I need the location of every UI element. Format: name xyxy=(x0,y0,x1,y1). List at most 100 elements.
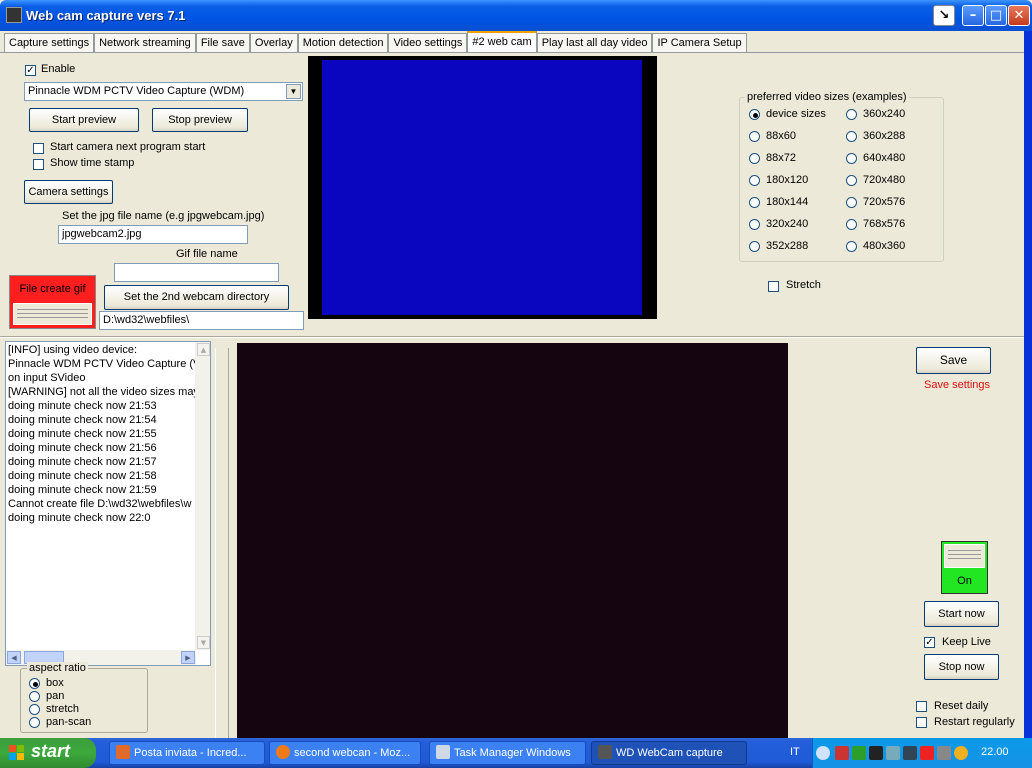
start-next-label: Start camera next program start xyxy=(50,141,206,153)
minimize-button[interactable]: – xyxy=(962,5,984,26)
tab-overlay[interactable]: Overlay xyxy=(249,33,298,53)
size-radio-352x288[interactable] xyxy=(749,241,760,252)
tray-network-icon[interactable] xyxy=(852,746,866,760)
device-select[interactable]: Pinnacle WDM PCTV Video Capture (WDM) ▼ xyxy=(24,82,303,101)
tab-capture-settings[interactable]: Capture settings xyxy=(4,33,95,53)
splitter[interactable] xyxy=(215,348,229,738)
file-create-gif-button[interactable]: File create gif xyxy=(9,275,96,329)
stretch-checkbox[interactable] xyxy=(768,281,779,292)
log-line: [WARNING] not all the video sizes may xyxy=(8,386,199,398)
pin-icon[interactable]: ↘ xyxy=(933,5,955,26)
tray-webcam-icon[interactable] xyxy=(869,746,883,760)
dir-input[interactable]: D:\wd32\webfiles\ xyxy=(99,311,304,330)
log-line: [INFO] using video device: xyxy=(8,344,138,356)
size-radio-88x60[interactable] xyxy=(749,131,760,142)
tray-user-icon[interactable] xyxy=(886,746,900,760)
start-preview-button[interactable]: Start preview xyxy=(29,108,139,132)
gif-label: Gif file name xyxy=(176,248,238,260)
size-label-88x72: 88x72 xyxy=(766,152,796,164)
size-radio-360x240[interactable] xyxy=(846,109,857,120)
size-radio-88x72[interactable] xyxy=(749,153,760,164)
start-button[interactable]: start xyxy=(0,738,96,768)
size-radio-720x576[interactable] xyxy=(846,197,857,208)
aspect-radio-stretch[interactable] xyxy=(29,704,40,715)
tray-device-icon[interactable] xyxy=(903,746,917,760)
set-dir-button[interactable]: Set the 2nd webcam directory xyxy=(104,285,289,310)
task-wd-webcam-capture[interactable]: WD WebCam capture xyxy=(591,741,747,765)
scroll-down-icon[interactable]: ▼ xyxy=(197,636,210,649)
start-label: start xyxy=(31,741,71,761)
video-display xyxy=(237,343,788,738)
tray-speaker-icon[interactable] xyxy=(937,746,951,760)
task-posta-inviata[interactable]: Posta inviata - Incred... xyxy=(109,741,265,765)
size-radio-720x480[interactable] xyxy=(846,175,857,186)
scroll-up-icon[interactable]: ▲ xyxy=(197,343,210,356)
maximize-button[interactable]: □ xyxy=(985,5,1007,26)
tab-network-streaming[interactable]: Network streaming xyxy=(94,33,196,53)
log-line: doing minute check now 21:59 xyxy=(8,484,157,496)
size-radio-320x240[interactable] xyxy=(749,219,760,230)
size-radio-180x144[interactable] xyxy=(749,197,760,208)
start-now-button[interactable]: Start now xyxy=(924,601,999,627)
tab-file-save[interactable]: File save xyxy=(195,33,250,53)
preview-image xyxy=(322,60,642,315)
jpg-filename-input[interactable]: jpgwebcam2.jpg xyxy=(58,225,248,244)
tab-video-settings[interactable]: Video settings xyxy=(388,33,468,53)
aspect-radio-pan[interactable] xyxy=(29,691,40,702)
size-radio-640x480[interactable] xyxy=(846,153,857,164)
mail-icon xyxy=(116,745,130,759)
reset-daily-checkbox[interactable] xyxy=(916,701,927,712)
size-radio-480x360[interactable] xyxy=(846,241,857,252)
enable-checkbox[interactable]: ✓ xyxy=(25,65,36,76)
size-radio-180x120[interactable] xyxy=(749,175,760,186)
size-label-768x576: 768x576 xyxy=(863,218,906,230)
size-radio-768x576[interactable] xyxy=(846,219,857,230)
aspect-radio-pan-scan[interactable] xyxy=(29,717,40,728)
chevron-down-icon[interactable]: ▼ xyxy=(286,84,301,99)
language-indicator[interactable]: IT xyxy=(790,746,800,758)
save-button[interactable]: Save xyxy=(916,347,991,374)
log-line: doing minute check now 22:0 xyxy=(8,512,151,524)
keep-live-label: Keep Live xyxy=(942,636,991,648)
task-label: Posta inviata - Incred... xyxy=(134,747,247,759)
keep-live-checkbox[interactable]: ✓ xyxy=(924,637,935,648)
tray-messenger-icon[interactable] xyxy=(954,746,968,760)
tray-app-icon[interactable] xyxy=(835,746,849,760)
tab-play-last-all-day-video[interactable]: Play last all day video xyxy=(536,33,653,53)
task-label: second webcan - Moz... xyxy=(294,747,411,759)
task-task-manager[interactable]: Task Manager Windows xyxy=(429,741,586,765)
save-settings-status: Save settings xyxy=(924,379,991,391)
stop-now-button[interactable]: Stop now xyxy=(924,654,999,680)
scroll-right-icon[interactable]: ▶ xyxy=(181,651,195,664)
size-radio-360x288[interactable] xyxy=(846,131,857,142)
scroll-left-icon[interactable]: ◀ xyxy=(7,651,21,664)
start-next-checkbox[interactable] xyxy=(33,143,44,154)
tray-arrow-icon[interactable] xyxy=(816,746,830,760)
device-select-value: Pinnacle WDM PCTV Video Capture (WDM) xyxy=(28,85,245,97)
tab-motion-detection[interactable]: Motion detection xyxy=(297,33,389,53)
show-timestamp-label: Show time stamp xyxy=(50,157,135,169)
size-label-180x120: 180x120 xyxy=(766,174,809,186)
clock: 22.00 xyxy=(981,746,1009,758)
task-manager-icon xyxy=(436,745,450,759)
camera-settings-button[interactable]: Camera settings xyxy=(24,180,113,204)
stretch-label: Stretch xyxy=(786,279,821,291)
tray-antivirus-icon[interactable] xyxy=(920,746,934,760)
restart-regularly-checkbox[interactable] xyxy=(916,717,927,728)
aspect-radio-box[interactable] xyxy=(29,678,40,689)
tab-ip-camera-setup[interactable]: IP Camera Setup xyxy=(652,33,747,53)
log-vertical-scrollbar[interactable]: ▲ ▼ xyxy=(195,342,210,650)
gif-filename-input[interactable] xyxy=(114,263,279,282)
show-timestamp-checkbox[interactable] xyxy=(33,159,44,170)
tab-2-web-cam[interactable]: #2 web cam xyxy=(467,31,537,53)
size-radio-device-sizes[interactable] xyxy=(749,109,760,120)
app-icon xyxy=(6,7,22,23)
task-second-webcan[interactable]: second webcan - Moz... xyxy=(269,741,421,765)
size-label-720x480: 720x480 xyxy=(863,174,906,186)
file-create-gif-label: File create gif xyxy=(19,283,86,295)
log-list[interactable]: [INFO] using video device: Pinnacle WDM … xyxy=(5,341,211,666)
stop-preview-button[interactable]: Stop preview xyxy=(152,108,248,132)
close-button[interactable]: ✕ xyxy=(1008,5,1030,26)
on-indicator-button[interactable]: On xyxy=(941,541,988,594)
title-bar: Web cam capture vers 7.1 ↘ – □ ✕ xyxy=(0,0,1032,31)
